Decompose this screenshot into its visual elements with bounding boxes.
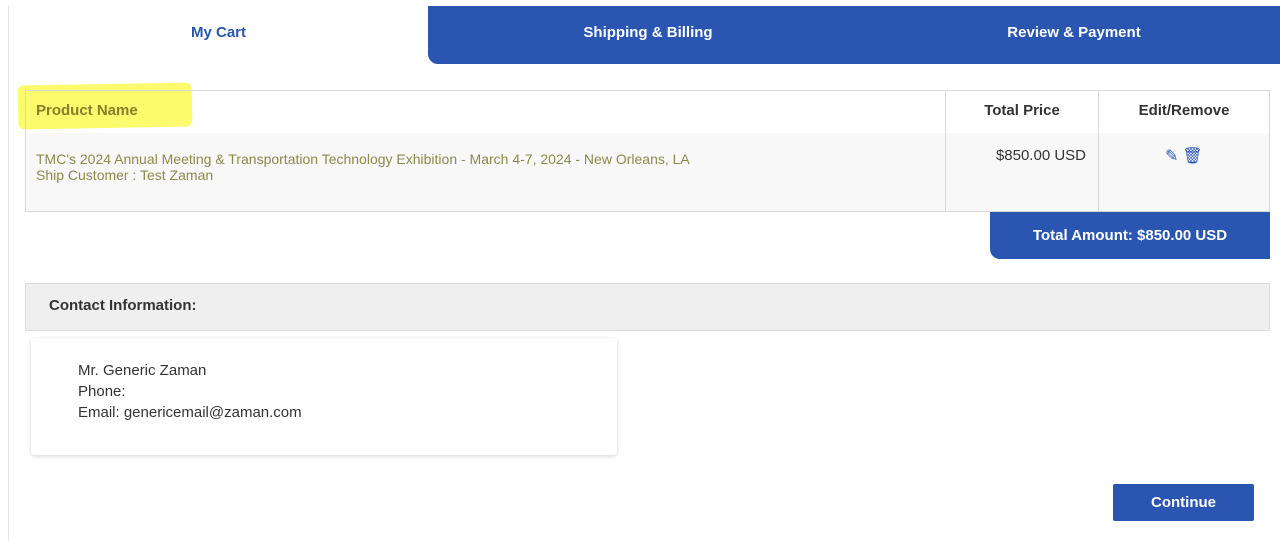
cart-table: Product Name Total Price Edit/Remove TMC… <box>25 90 1270 212</box>
product-title: TMC's 2024 Annual Meeting & Transportati… <box>36 151 690 167</box>
contact-card: Mr. Generic Zaman Phone: Email: generice… <box>31 338 617 455</box>
item-price: $850.00 USD <box>995 147 1086 164</box>
contact-details: Mr. Generic Zaman Phone: Email: generice… <box>78 360 302 423</box>
tab-my-cart[interactable]: My Cart <box>9 6 428 64</box>
continue-button[interactable]: Continue <box>1113 484 1254 521</box>
checkout-panel <box>8 6 1280 541</box>
pencil-icon[interactable]: ✎ <box>1165 146 1178 166</box>
edit-remove-cell: ✎ 🗑 <box>1099 133 1269 211</box>
product-cell: TMC's 2024 Annual Meeting & Transportati… <box>26 133 946 211</box>
table-header-row: Product Name Total Price Edit/Remove <box>26 91 1269 134</box>
total-amount: Total Amount: $850.00 USD <box>990 212 1270 259</box>
checkout-tabs: My Cart Shipping & Billing Review & Paym… <box>9 6 1280 64</box>
header-total-price: Total Price <box>946 91 1099 133</box>
contact-name: Mr. Generic Zaman <box>78 362 207 379</box>
tab-shipping-billing[interactable]: Shipping & Billing <box>428 6 868 64</box>
trash-icon[interactable]: 🗑 <box>1182 146 1202 166</box>
header-edit-remove: Edit/Remove <box>1138 102 1230 119</box>
price-cell: $850.00 USD <box>946 133 1099 211</box>
header-product-name: Product Name <box>26 91 946 133</box>
contact-information-heading: Contact Information: <box>25 283 1270 331</box>
ship-customer: Ship Customer : Test Zaman <box>36 167 214 183</box>
contact-email: Email: genericemail@zaman.com <box>78 404 302 421</box>
table-row: TMC's 2024 Annual Meeting & Transportati… <box>26 133 1269 211</box>
contact-phone: Phone: <box>78 383 126 400</box>
product-description: TMC's 2024 Annual Meeting & Transportati… <box>36 151 690 183</box>
tab-review-payment[interactable]: Review & Payment <box>868 6 1280 64</box>
row-actions: ✎ 🗑 <box>1165 146 1207 166</box>
